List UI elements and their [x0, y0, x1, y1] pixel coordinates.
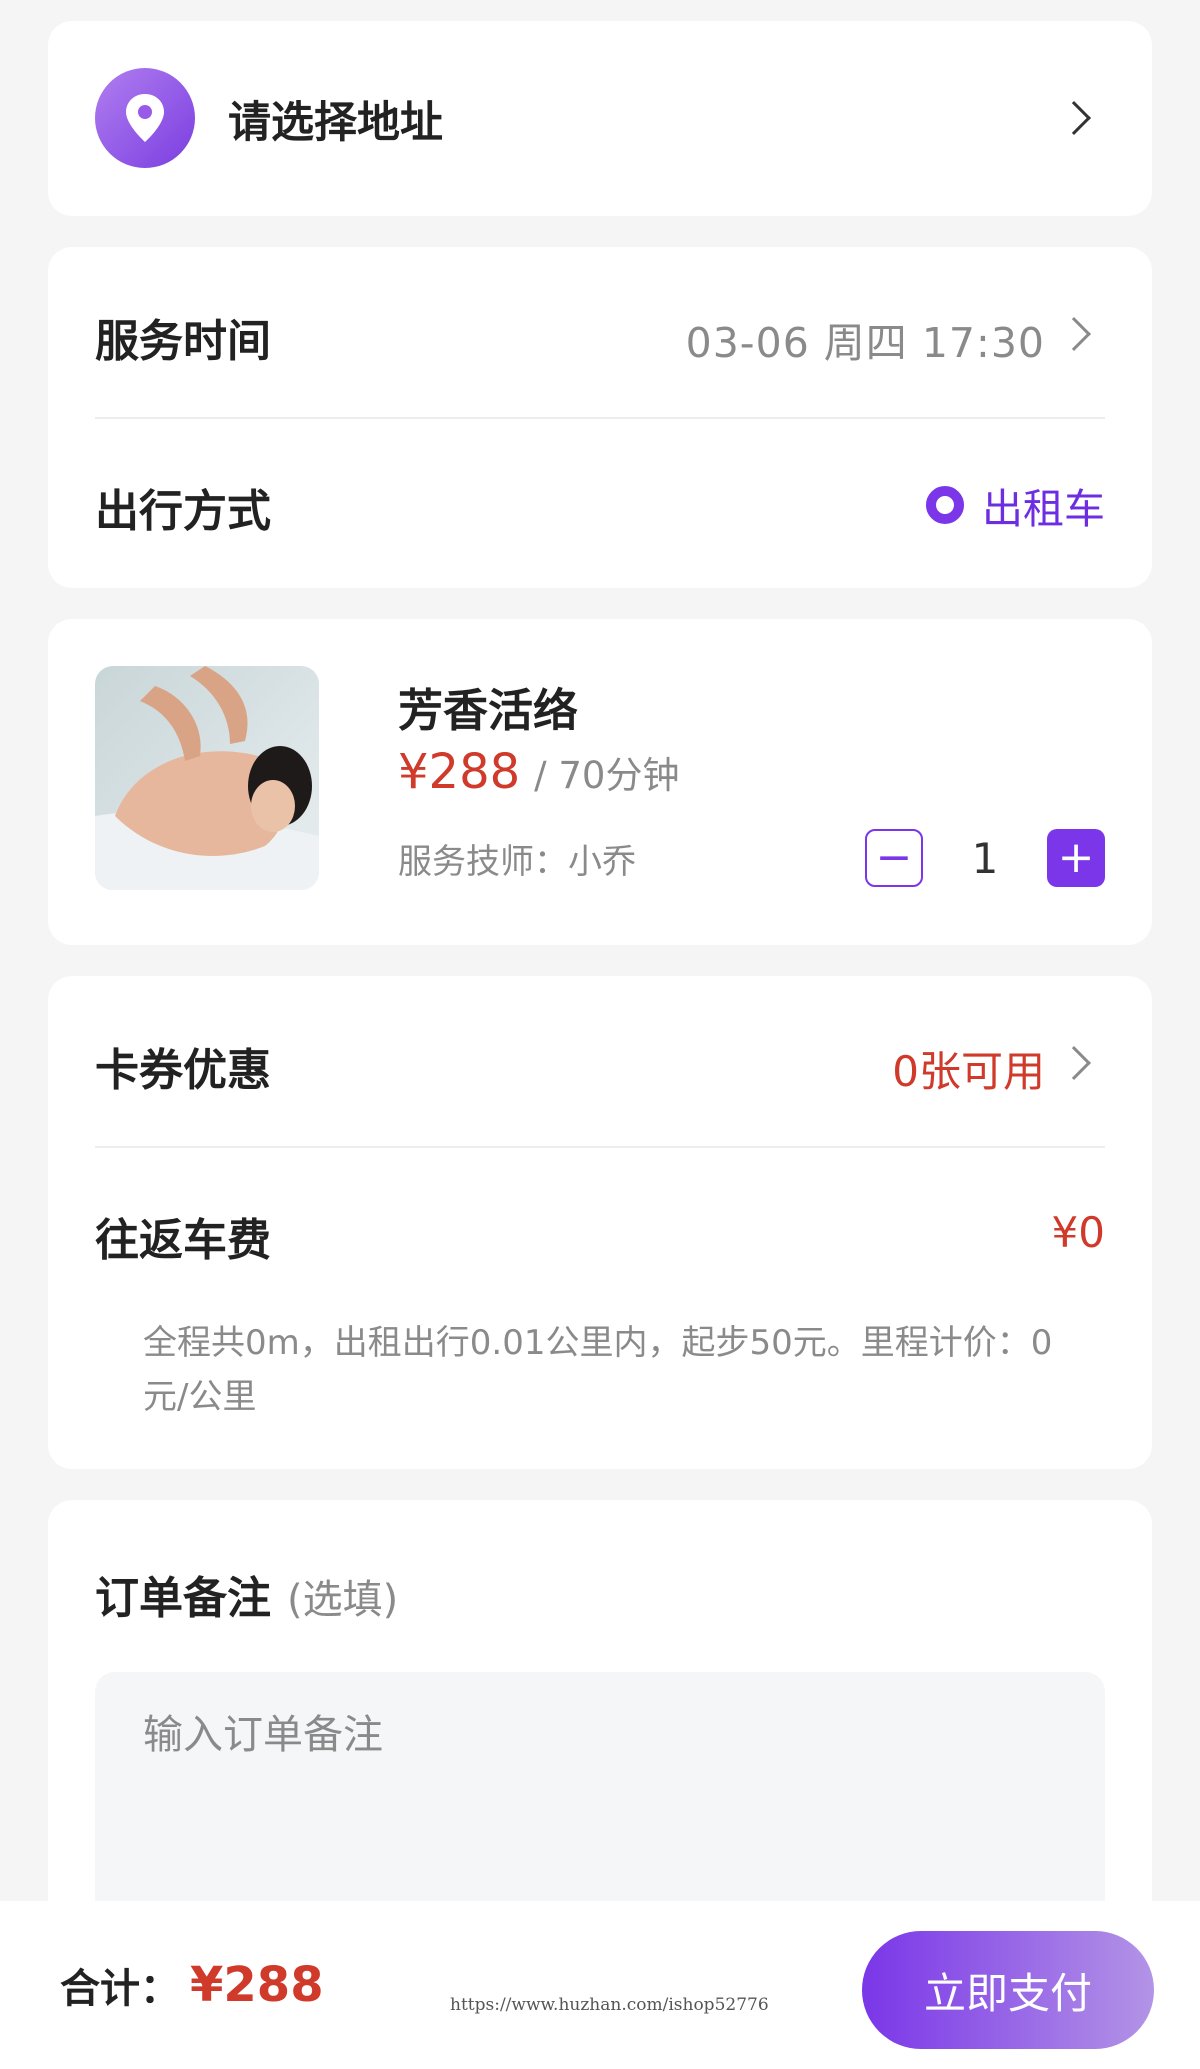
travel-option-taxi[interactable]: 出租车 — [926, 475, 1105, 535]
service-price-row: ¥288 / 70分钟 — [398, 744, 679, 800]
service-name: 芳香活络 — [398, 684, 579, 737]
service-time-label: 服务时间 — [95, 316, 271, 367]
service-time-value: 03-06 周四 17:30 — [685, 319, 1045, 367]
service-image — [95, 666, 319, 890]
total-price: 合计： ¥288 — [60, 1901, 324, 2069]
fare-value: ¥0 — [1051, 1208, 1105, 1257]
remark-input[interactable] — [143, 1712, 943, 1758]
schedule-card: 服务时间 03-06 周四 17:30 出行方式 出租车 — [48, 247, 1152, 588]
divider — [95, 1146, 1105, 1148]
travel-mode-label: 出行方式 — [95, 486, 271, 537]
total-label: 合计： — [60, 1966, 180, 2012]
divider — [95, 417, 1105, 419]
chevron-right-icon — [1057, 101, 1091, 135]
pay-now-button[interactable]: 立即支付 — [862, 1931, 1154, 2049]
coupon-label: 卡券优惠 — [95, 1045, 271, 1096]
chevron-right-icon — [1057, 317, 1091, 351]
decrease-button[interactable]: − — [865, 829, 923, 887]
checkout-bar: 合计： ¥288 https://www.huzhan.com/ishop527… — [0, 1901, 1200, 2069]
quantity-value: 1 — [971, 833, 999, 883]
fare-note: 全程共0m，出租出行0.01公里内，起步50元。里程计价：0元/公里 — [143, 1323, 1053, 1417]
watermark: https://www.huzhan.com/ishop52776 — [450, 1995, 769, 2015]
chevron-right-icon — [1057, 1046, 1091, 1080]
coupon-value: 0张可用 — [892, 1047, 1045, 1096]
increase-button[interactable]: + — [1047, 829, 1105, 887]
remark-title: 订单备注 (选填) — [95, 1562, 398, 1626]
quantity-stepper: − 1 + — [865, 829, 1105, 887]
address-card[interactable]: 请选择地址 — [48, 21, 1152, 216]
radio-selected-icon[interactable] — [926, 486, 964, 524]
pricing-card: 卡券优惠 0张可用 往返车费 ¥0 全程共0m，出租出行0.01公里内，起步50… — [48, 976, 1152, 1469]
service-duration: / 70分钟 — [534, 754, 680, 797]
service-technician: 服务技师：小乔 — [398, 842, 636, 882]
address-label: 请选择地址 — [228, 97, 443, 148]
remark-optional-hint: (选填) — [287, 1577, 399, 1623]
location-pin-icon — [95, 68, 195, 168]
service-item-card: 芳香活络 ¥288 / 70分钟 服务技师：小乔 − 1 + — [48, 619, 1152, 945]
travel-option-label: 出租车 — [982, 485, 1105, 533]
total-value: ¥288 — [190, 1957, 324, 2013]
fare-label: 往返车费 — [95, 1215, 271, 1266]
remark-title-label: 订单备注 — [95, 1573, 271, 1624]
service-price: ¥288 — [398, 744, 521, 800]
